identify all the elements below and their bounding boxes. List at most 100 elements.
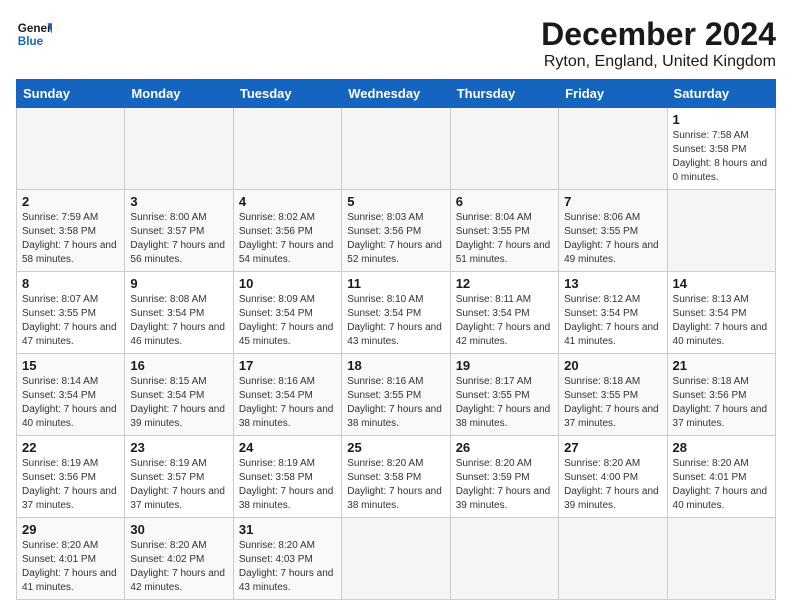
day-number: 10 <box>239 276 336 291</box>
day-number: 15 <box>22 358 119 373</box>
day-info: Sunrise: 8:20 AMSunset: 3:59 PMDaylight:… <box>456 458 551 511</box>
calendar-cell <box>342 108 450 190</box>
day-number: 11 <box>347 276 444 291</box>
day-number: 25 <box>347 440 444 455</box>
day-number: 17 <box>239 358 336 373</box>
calendar-cell: 6Sunrise: 8:04 AMSunset: 3:55 PMDaylight… <box>450 190 558 272</box>
calendar-cell: 12 Sunrise: 8:11 AMSunset: 3:54 PMDayligh… <box>450 272 558 354</box>
calendar-cell: 29 Sunrise: 8:20 AMSunset: 4:01 PMDayligh… <box>17 518 125 600</box>
day-number: 1 <box>673 112 770 127</box>
calendar-cell <box>233 108 341 190</box>
day-number: 23 <box>130 440 227 455</box>
day-number: 19 <box>456 358 553 373</box>
day-number: 9 <box>130 276 227 291</box>
day-header-monday: Monday <box>125 80 233 108</box>
day-number: 29 <box>22 522 119 537</box>
logo-icon: General Blue <box>16 16 52 52</box>
calendar-cell <box>125 108 233 190</box>
calendar-cell: 26Sunrise: 8:20 AMSunset: 3:59 PMDayligh… <box>450 436 558 518</box>
calendar-table: SundayMondayTuesdayWednesdayThursdayFrid… <box>16 79 776 600</box>
day-number: 12 <box>456 276 553 291</box>
day-number: 13 <box>564 276 661 291</box>
calendar-cell: 14Sunrise: 8:13 AMSunset: 3:54 PMDayligh… <box>667 272 775 354</box>
day-number: 30 <box>130 522 227 537</box>
calendar-cell: 15 Sunrise: 8:14 AMSunset: 3:54 PMDayligh… <box>17 354 125 436</box>
day-info: Sunrise: 8:20 AMSunset: 4:03 PMDaylight:… <box>239 540 334 593</box>
calendar-week-1: 1 Sunrise: 7:58 AMSunset: 3:58 PMDaylight… <box>17 108 776 190</box>
day-number: 16 <box>130 358 227 373</box>
day-info: Sunrise: 8:14 AMSunset: 3:54 PMDaylight:… <box>22 376 117 429</box>
day-number: 4 <box>239 194 336 209</box>
day-info: Sunrise: 8:19 AMSunset: 3:58 PMDaylight:… <box>239 458 334 511</box>
calendar-cell: 17 Sunrise: 8:16 AMSunset: 3:54 PMDayligh… <box>233 354 341 436</box>
day-info: Sunrise: 8:15 AMSunset: 3:54 PMDaylight:… <box>130 376 225 429</box>
calendar-cell: 11Sunrise: 8:10 AMSunset: 3:54 PMDayligh… <box>342 272 450 354</box>
day-info: Sunrise: 8:07 AMSunset: 3:55 PMDaylight:… <box>22 294 117 347</box>
calendar-cell: 1 Sunrise: 7:58 AMSunset: 3:58 PMDaylight… <box>667 108 775 190</box>
day-info: Sunrise: 8:04 AMSunset: 3:55 PMDaylight:… <box>456 212 551 265</box>
day-number: 27 <box>564 440 661 455</box>
day-header-saturday: Saturday <box>667 80 775 108</box>
calendar-cell <box>342 518 450 600</box>
calendar-cell: 13 Sunrise: 8:12 AMSunset: 3:54 PMDayligh… <box>559 272 667 354</box>
day-info: Sunrise: 8:12 AMSunset: 3:54 PMDaylight:… <box>564 294 659 347</box>
svg-text:Blue: Blue <box>18 35 44 48</box>
day-number: 21 <box>673 358 770 373</box>
day-info: Sunrise: 8:16 AMSunset: 3:54 PMDaylight:… <box>239 376 334 429</box>
calendar-cell: 23Sunrise: 8:19 AMSunset: 3:57 PMDayligh… <box>125 436 233 518</box>
calendar-cell <box>667 190 775 272</box>
day-number: 14 <box>673 276 770 291</box>
day-header-tuesday: Tuesday <box>233 80 341 108</box>
calendar-week-4: 15 Sunrise: 8:14 AMSunset: 3:54 PMDayligh… <box>17 354 776 436</box>
day-info: Sunrise: 8:02 AMSunset: 3:56 PMDaylight:… <box>239 212 334 265</box>
calendar-cell: 5Sunrise: 8:03 AMSunset: 3:56 PMDaylight… <box>342 190 450 272</box>
calendar-week-2: 2Sunrise: 7:59 AMSunset: 3:58 PMDaylight… <box>17 190 776 272</box>
logo: General Blue <box>16 16 52 52</box>
calendar-week-6: 29 Sunrise: 8:20 AMSunset: 4:01 PMDayligh… <box>17 518 776 600</box>
calendar-cell: 8 Sunrise: 8:07 AMSunset: 3:55 PMDaylight… <box>17 272 125 354</box>
day-number: 31 <box>239 522 336 537</box>
calendar-cell <box>667 518 775 600</box>
day-number: 8 <box>22 276 119 291</box>
month-title: December 2024 <box>541 16 776 53</box>
day-number: 7 <box>564 194 661 209</box>
calendar-cell: 30 Sunrise: 8:20 AMSunset: 4:02 PMDayligh… <box>125 518 233 600</box>
day-number: 28 <box>673 440 770 455</box>
calendar-cell: 24 Sunrise: 8:19 AMSunset: 3:58 PMDayligh… <box>233 436 341 518</box>
calendar-cell: 9Sunrise: 8:08 AMSunset: 3:54 PMDaylight… <box>125 272 233 354</box>
calendar-cell: 27Sunrise: 8:20 AMSunset: 4:00 PMDayligh… <box>559 436 667 518</box>
page-header: General Blue December 2024 Ryton, Englan… <box>16 16 776 71</box>
day-info: Sunrise: 8:20 AMSunset: 4:01 PMDaylight:… <box>22 540 117 593</box>
day-info: Sunrise: 8:18 AMSunset: 3:56 PMDaylight:… <box>673 376 768 429</box>
day-info: Sunrise: 8:19 AMSunset: 3:56 PMDaylight:… <box>22 458 117 511</box>
day-number: 3 <box>130 194 227 209</box>
day-number: 24 <box>239 440 336 455</box>
calendar-cell: 3Sunrise: 8:00 AMSunset: 3:57 PMDaylight… <box>125 190 233 272</box>
day-info: Sunrise: 8:09 AMSunset: 3:54 PMDaylight:… <box>239 294 334 347</box>
day-header-sunday: Sunday <box>17 80 125 108</box>
day-info: Sunrise: 8:11 AMSunset: 3:54 PMDaylight:… <box>456 294 551 347</box>
day-number: 22 <box>22 440 119 455</box>
calendar-cell <box>17 108 125 190</box>
svg-text:General: General <box>18 22 52 35</box>
day-info: Sunrise: 8:20 AMSunset: 3:58 PMDaylight:… <box>347 458 442 511</box>
calendar-cell: 31 Sunrise: 8:20 AMSunset: 4:03 PMDayligh… <box>233 518 341 600</box>
calendar-cell: 4 Sunrise: 8:02 AMSunset: 3:56 PMDaylight… <box>233 190 341 272</box>
calendar-week-5: 22 Sunrise: 8:19 AMSunset: 3:56 PMDayligh… <box>17 436 776 518</box>
calendar-cell: 19Sunrise: 8:17 AMSunset: 3:55 PMDayligh… <box>450 354 558 436</box>
calendar-week-3: 8 Sunrise: 8:07 AMSunset: 3:55 PMDaylight… <box>17 272 776 354</box>
calendar-cell: 10 Sunrise: 8:09 AMSunset: 3:54 PMDayligh… <box>233 272 341 354</box>
day-number: 18 <box>347 358 444 373</box>
calendar-cell <box>559 518 667 600</box>
location-title: Ryton, England, United Kingdom <box>541 53 776 71</box>
day-info: Sunrise: 8:20 AMSunset: 4:02 PMDaylight:… <box>130 540 225 593</box>
calendar-cell: 7Sunrise: 8:06 AMSunset: 3:55 PMDaylight… <box>559 190 667 272</box>
day-info: Sunrise: 7:58 AMSunset: 3:58 PMDaylight:… <box>673 130 768 183</box>
day-info: Sunrise: 8:16 AMSunset: 3:55 PMDaylight:… <box>347 376 442 429</box>
calendar-cell <box>450 518 558 600</box>
calendar-cell: 22 Sunrise: 8:19 AMSunset: 3:56 PMDayligh… <box>17 436 125 518</box>
calendar-cell: 2Sunrise: 7:59 AMSunset: 3:58 PMDaylight… <box>17 190 125 272</box>
day-info: Sunrise: 8:18 AMSunset: 3:55 PMDaylight:… <box>564 376 659 429</box>
calendar-cell: 28Sunrise: 8:20 AMSunset: 4:01 PMDayligh… <box>667 436 775 518</box>
day-header-thursday: Thursday <box>450 80 558 108</box>
